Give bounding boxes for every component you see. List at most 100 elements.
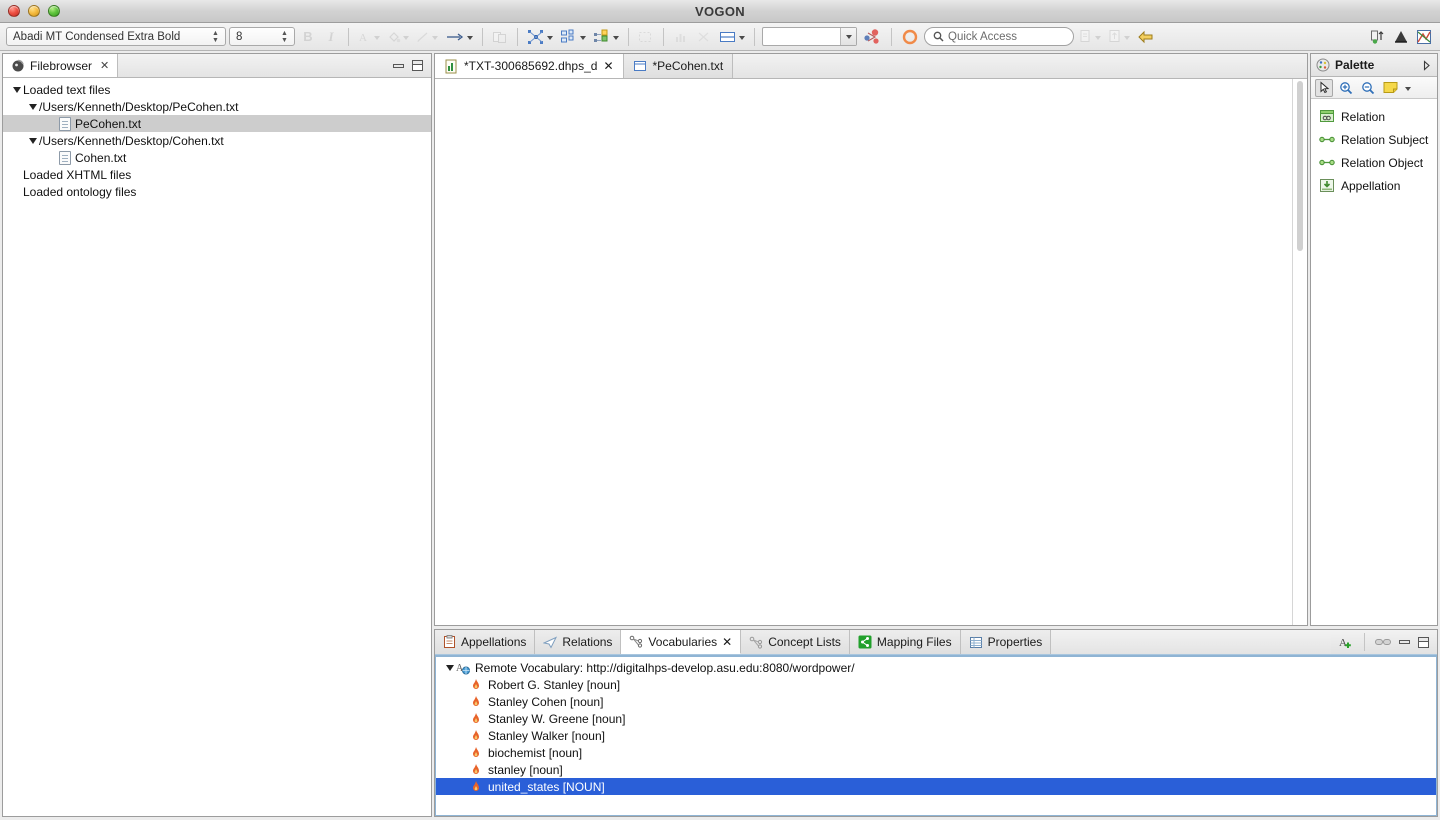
new-wizard-button[interactable] bbox=[1077, 26, 1103, 48]
vocabulary-root-row[interactable]: A Remote Vocabulary: http://digitalhps-d… bbox=[436, 659, 1436, 676]
molecule-icon bbox=[864, 28, 879, 44]
vogon-perspective-button[interactable] bbox=[1391, 26, 1411, 48]
canvas-vertical-scrollbar[interactable] bbox=[1292, 79, 1307, 625]
filebrowser-tab-label: Filebrowser bbox=[30, 58, 93, 73]
link-icon[interactable] bbox=[1375, 637, 1391, 647]
font-size-combo[interactable]: 8 ▲ ▼ bbox=[229, 27, 295, 46]
palette-tool-dropdown-icon[interactable] bbox=[1405, 86, 1411, 91]
italic-button[interactable]: I bbox=[321, 26, 341, 48]
vocabulary-entry[interactable]: Stanley W. Greene [noun] bbox=[436, 710, 1436, 727]
palette-item-appellation[interactable]: Appellation bbox=[1311, 174, 1437, 197]
diagram-canvas[interactable] bbox=[435, 79, 1307, 625]
vocabulary-entry[interactable]: Robert G. Stanley [noun] bbox=[436, 676, 1436, 693]
filebrowser-header-buttons bbox=[385, 54, 431, 77]
disconnect-button[interactable] bbox=[694, 26, 714, 48]
close-icon[interactable]: ✕ bbox=[100, 59, 109, 72]
chevron-right-icon[interactable] bbox=[1421, 59, 1432, 71]
minimize-icon[interactable] bbox=[393, 63, 404, 68]
file-tree[interactable]: Loaded text files /Users/Kenneth/Desktop… bbox=[3, 78, 431, 816]
tab-concept-lists[interactable]: Concept Lists bbox=[741, 630, 850, 654]
twisty-expanded-icon[interactable] bbox=[27, 103, 39, 110]
vocabulary-root-label: Remote Vocabulary: http://digitalhps-dev… bbox=[475, 660, 855, 675]
unlink-icon bbox=[698, 32, 709, 41]
twisty-expanded-icon[interactable] bbox=[444, 664, 456, 671]
molecule-button[interactable] bbox=[860, 26, 884, 48]
select-area-button[interactable] bbox=[636, 26, 656, 48]
tree-row[interactable]: Loaded XHTML files bbox=[3, 166, 431, 183]
tab-properties[interactable]: Properties bbox=[960, 630, 1052, 654]
tree-row[interactable]: Cohen.txt bbox=[3, 149, 431, 166]
add-vocabulary-icon[interactable]: A bbox=[1339, 635, 1354, 650]
tree-row[interactable]: Loaded text files bbox=[3, 81, 431, 98]
maximize-icon[interactable] bbox=[412, 60, 423, 71]
layout-graph-button[interactable] bbox=[525, 26, 555, 48]
tree-row[interactable]: /Users/Kenneth/Desktop/Cohen.txt bbox=[3, 132, 431, 149]
chart-perspective-icon bbox=[1417, 29, 1431, 44]
editor-tab-bar: *TXT-300685692.dhps_d ✕ *PeCohen.txt bbox=[435, 54, 1307, 79]
tab-filebrowser[interactable]: Filebrowser ✕ bbox=[3, 54, 119, 77]
tab-relations[interactable]: Relations bbox=[535, 630, 622, 654]
tree-row[interactable]: /Users/Kenneth/Desktop/PeCohen.txt bbox=[3, 98, 431, 115]
palette-view: Palette Relation Relation Subject Relati… bbox=[1310, 53, 1438, 626]
tab-mapping-files[interactable]: Mapping Files bbox=[849, 630, 961, 654]
vocabulary-entry[interactable]: Stanley Walker [noun] bbox=[436, 727, 1436, 744]
zoom-out-icon[interactable] bbox=[1359, 79, 1377, 97]
vocabulary-entry[interactable]: stanley [noun] bbox=[436, 761, 1436, 778]
twisty-expanded-icon[interactable] bbox=[11, 86, 23, 93]
palette-item-label: Relation Subject bbox=[1341, 132, 1429, 147]
scrollbar-thumb[interactable] bbox=[1297, 81, 1303, 251]
tab-pecohen-txt[interactable]: *PeCohen.txt bbox=[623, 54, 734, 78]
open-perspective-toolbar-button[interactable] bbox=[1368, 26, 1388, 48]
minimize-icon[interactable] bbox=[1399, 640, 1410, 644]
tree-row-label: /Users/Kenneth/Desktop/PeCohen.txt bbox=[39, 99, 239, 114]
select-arrow-icon[interactable] bbox=[1315, 78, 1333, 97]
close-icon[interactable]: ✕ bbox=[603, 59, 613, 73]
split-view-button[interactable] bbox=[717, 26, 747, 48]
text-file-icon bbox=[633, 61, 646, 71]
chart-button[interactable] bbox=[671, 26, 691, 48]
bottom-tab-label: Properties bbox=[987, 635, 1043, 649]
tree-row[interactable]: Loaded ontology files bbox=[3, 183, 431, 200]
back-arrow-button[interactable] bbox=[1135, 26, 1157, 48]
vocabulary-entry-label: Stanley Cohen [noun] bbox=[488, 694, 604, 709]
vocabulary-entry[interactable]: biochemist [noun] bbox=[436, 744, 1436, 761]
open-perspective-button[interactable] bbox=[1106, 26, 1132, 48]
vocabulary-entry-selected[interactable]: united_states [NOUN] bbox=[436, 778, 1436, 795]
zoom-level-combo[interactable] bbox=[762, 27, 857, 46]
tab-txt-300685692[interactable]: *TXT-300685692.dhps_d ✕ bbox=[435, 54, 624, 78]
align-nodes-button[interactable] bbox=[558, 26, 588, 48]
run-button[interactable] bbox=[899, 26, 921, 48]
vocabulary-entry-label: Stanley W. Greene [noun] bbox=[488, 711, 626, 726]
close-window-button[interactable] bbox=[8, 5, 20, 17]
duplicate-button[interactable] bbox=[490, 26, 510, 48]
palette-item-relation-object[interactable]: Relation Object bbox=[1311, 151, 1437, 174]
line-style-button[interactable] bbox=[414, 26, 440, 48]
vocabulary-tree[interactable]: A Remote Vocabulary: http://digitalhps-d… bbox=[435, 655, 1437, 816]
marquee-note-icon[interactable] bbox=[1381, 79, 1399, 97]
quick-access-search[interactable]: Quick Access bbox=[924, 27, 1074, 46]
toolbar-separator bbox=[517, 27, 518, 46]
palette-item-relation[interactable]: Relation bbox=[1311, 105, 1437, 128]
bold-button[interactable]: B bbox=[298, 26, 318, 48]
fill-color-button[interactable] bbox=[385, 26, 411, 48]
vocabulary-entry[interactable]: Stanley Cohen [noun] bbox=[436, 693, 1436, 710]
font-color-button[interactable]: A bbox=[356, 26, 382, 48]
minimize-window-button[interactable] bbox=[28, 5, 40, 17]
tree-row[interactable]: PeCohen.txt bbox=[3, 115, 431, 132]
maximize-icon[interactable] bbox=[1418, 636, 1429, 648]
palette-item-relation-subject[interactable]: Relation Subject bbox=[1311, 128, 1437, 151]
close-icon[interactable]: ✕ bbox=[722, 635, 732, 649]
tree-layout-icon bbox=[594, 29, 608, 42]
tree-layout-button[interactable] bbox=[591, 26, 621, 48]
font-family-combo[interactable]: Abadi MT Condensed Extra Bold ▲ ▼ bbox=[6, 27, 226, 46]
zoom-in-icon[interactable] bbox=[1337, 79, 1355, 97]
zoom-window-button[interactable] bbox=[48, 5, 60, 17]
arrow-style-button[interactable] bbox=[443, 26, 475, 48]
tab-appellations[interactable]: Appellations bbox=[435, 630, 536, 654]
zoom-level-dropdown-icon[interactable] bbox=[840, 28, 856, 45]
chart-perspective-button[interactable] bbox=[1414, 26, 1434, 48]
tab-vocabularies[interactable]: Vocabularies ✕ bbox=[621, 630, 742, 654]
bottom-tab-label: Mapping Files bbox=[876, 635, 952, 649]
toolbar-separator bbox=[754, 27, 755, 46]
twisty-expanded-icon[interactable] bbox=[27, 137, 39, 144]
